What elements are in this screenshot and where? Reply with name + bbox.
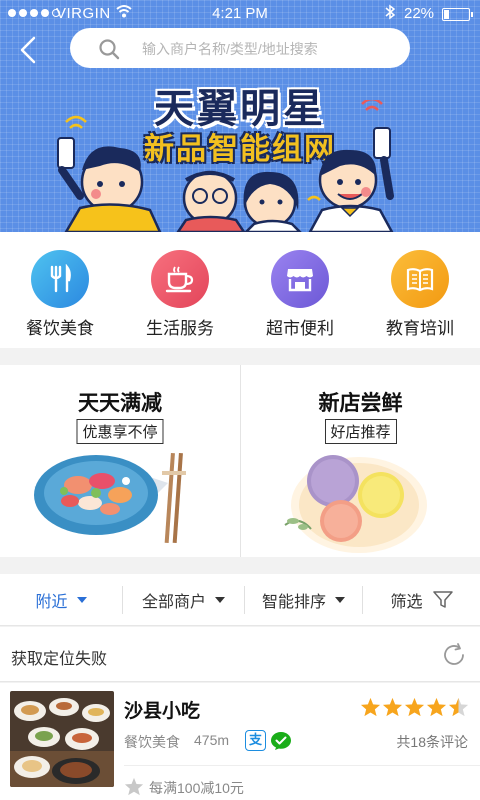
- deal-star-icon: [124, 777, 144, 796]
- filter-all-merchants[interactable]: 全部商户: [123, 574, 244, 626]
- deal-text: 每满100减10元: [149, 780, 244, 796]
- banner-illustration: [57, 100, 394, 232]
- promo-card-daily-discount[interactable]: 天天满减 优惠享不停: [0, 365, 240, 557]
- caret-down-icon: [215, 597, 225, 603]
- promo-card-new-shops[interactable]: 新店尝鲜 好店推荐: [241, 365, 480, 557]
- utensils-icon: [31, 250, 89, 308]
- shop-list-item[interactable]: 沙县小吃 餐饮美食 475m 支 共18条评论 每满100减10元: [0, 683, 480, 800]
- filter-smart-sort[interactable]: 智能排序: [245, 574, 362, 626]
- shop-category: 餐饮美食: [124, 734, 180, 750]
- category-education[interactable]: 教育培训: [360, 232, 480, 348]
- category-food[interactable]: 餐饮美食: [0, 232, 120, 348]
- star-icon: [448, 697, 469, 717]
- promo-tag: 好店推荐: [324, 419, 397, 444]
- star-icon: [382, 697, 403, 717]
- search-placeholder: 输入商户名称/类型/地址搜索: [142, 41, 318, 57]
- caret-down-icon: [335, 597, 345, 603]
- refresh-icon[interactable]: [441, 642, 467, 668]
- filter-bar: 附近 全部商户 智能排序 筛选: [0, 574, 480, 626]
- promo-title: 新店尝鲜: [318, 392, 403, 415]
- star-icon: [360, 697, 381, 717]
- funnel-icon: [432, 591, 453, 608]
- open-book-icon: [391, 250, 449, 308]
- alipay-icon: 支: [245, 730, 266, 751]
- review-count: 共18条评论: [396, 734, 468, 750]
- status-bar: VIRGIN 4:21 PM 22%: [0, 0, 480, 26]
- promo-tag: 优惠享不停: [76, 419, 164, 444]
- category-services[interactable]: 生活服务: [120, 232, 240, 348]
- promo-banner[interactable]: VIRGIN 4:21 PM 22% 输入商户名称/类型/地址搜索 天翼明星 新…: [0, 0, 480, 232]
- category-label: 餐饮美食: [26, 319, 94, 338]
- promo-section: 天天满减 优惠享不停 新店尝鲜 好店推荐: [0, 365, 480, 557]
- shop-divider: [124, 765, 480, 766]
- wechat-pay-icon: [271, 732, 291, 750]
- search-icon: [99, 39, 120, 60]
- battery-percent: 22%: [404, 5, 435, 22]
- shop-thumbnail: [10, 691, 114, 787]
- category-label: 超市便利: [266, 319, 334, 338]
- star-icon: [404, 697, 425, 717]
- bluetooth-icon: [385, 4, 396, 20]
- search-input[interactable]: 输入商户名称/类型/地址搜索: [70, 28, 410, 68]
- category-grid: 餐饮美食 生活服务 超市便利 教育培训: [0, 232, 480, 348]
- location-status-text: 获取定位失败: [11, 651, 108, 668]
- category-label: 教育培训: [386, 319, 454, 338]
- battery-icon: [442, 8, 473, 21]
- caret-down-icon: [76, 597, 87, 603]
- coffee-cup-icon: [151, 250, 209, 308]
- location-status-row: 获取定位失败: [0, 627, 480, 682]
- category-supermarket[interactable]: 超市便利: [240, 232, 360, 348]
- back-arrow-icon[interactable]: [14, 34, 44, 66]
- storefront-icon: [271, 250, 329, 308]
- filter-label: 全部商户: [141, 594, 206, 611]
- filter-label: 附近: [35, 594, 68, 611]
- rating-stars: [360, 697, 469, 717]
- filter-label: 智能排序: [261, 594, 326, 611]
- shop-distance: 475m: [194, 732, 230, 748]
- star-icon: [426, 697, 447, 717]
- filter-screen[interactable]: 筛选: [363, 574, 480, 626]
- promo-title: 天天满减: [78, 392, 162, 415]
- filter-nearby[interactable]: 附近: [0, 574, 122, 626]
- shop-name: 沙县小吃: [124, 701, 201, 722]
- category-label: 生活服务: [146, 319, 214, 338]
- filter-label: 筛选: [390, 594, 423, 611]
